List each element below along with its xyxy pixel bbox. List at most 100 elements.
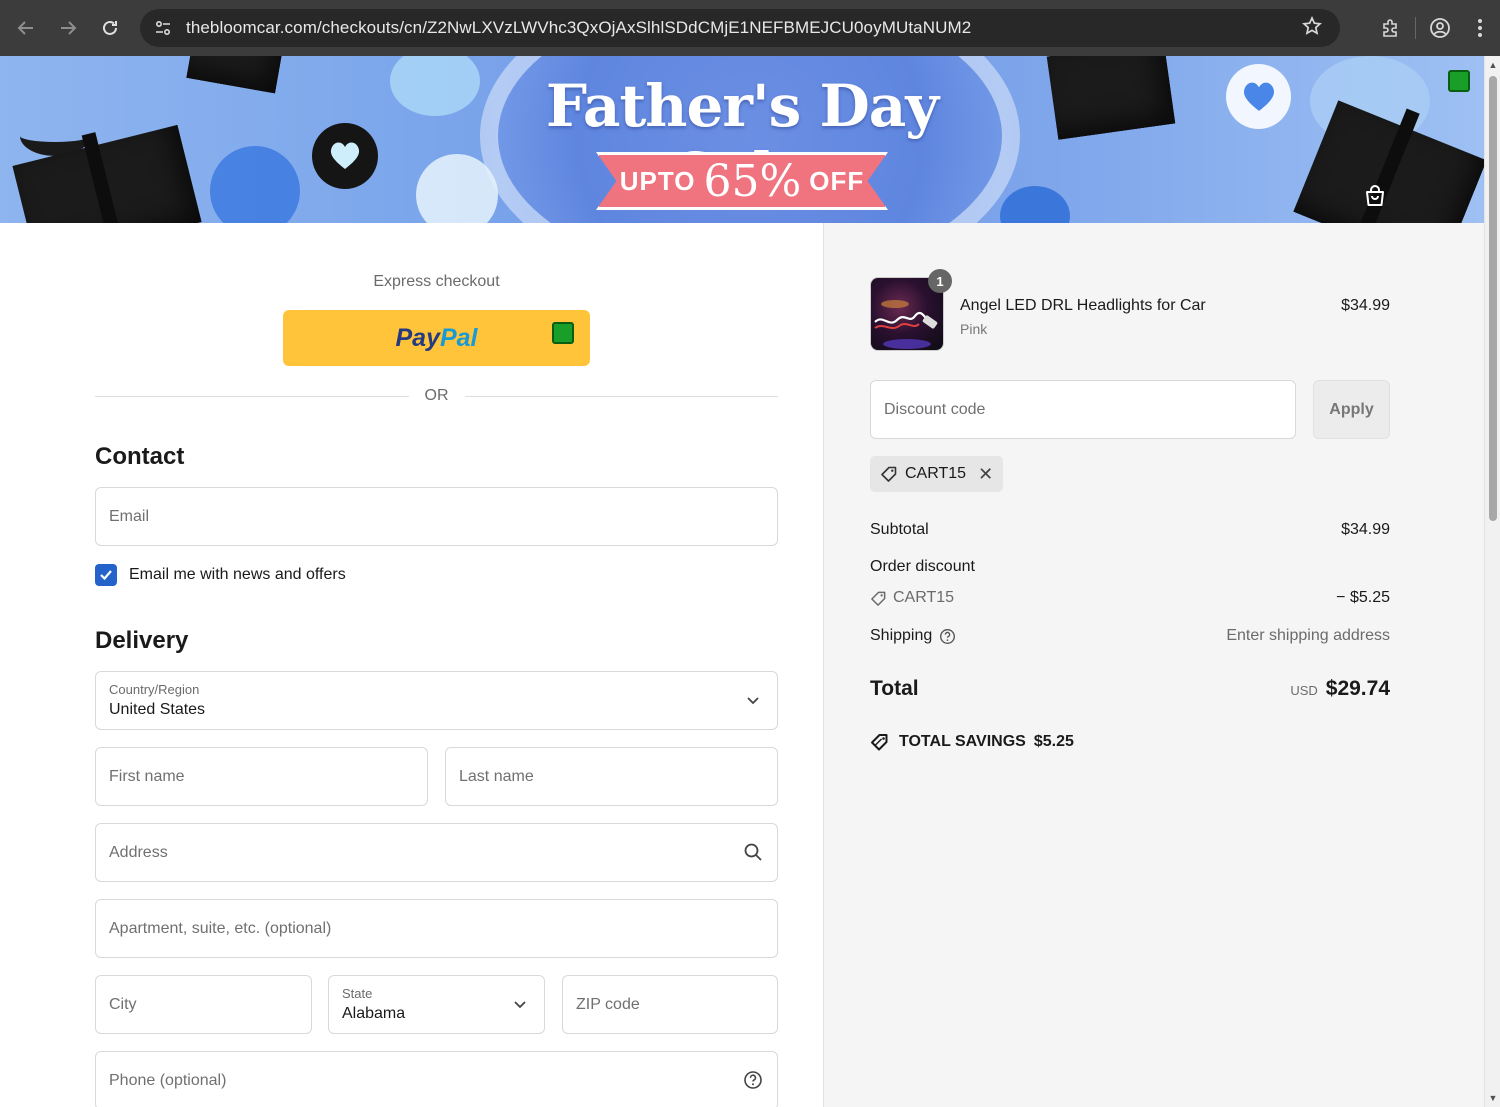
- savings-value: $5.25: [1033, 733, 1074, 750]
- tag-icon: [870, 590, 887, 607]
- heart-bubble-graphic: [1226, 64, 1291, 129]
- delivery-title: Delivery: [95, 627, 189, 654]
- address-field[interactable]: Address: [95, 823, 778, 882]
- shipping-label: Shipping: [870, 627, 933, 644]
- gift-box-graphic: [1046, 56, 1176, 140]
- email-field[interactable]: Email: [95, 487, 778, 546]
- back-icon[interactable]: [6, 8, 46, 48]
- product-name: Angel LED DRL Headlights for Car: [960, 297, 1206, 314]
- heart-bubble-graphic: [312, 123, 378, 189]
- city-placeholder: City: [109, 996, 137, 1013]
- applied-code-text: CART15: [905, 465, 967, 482]
- menu-icon[interactable]: [1460, 8, 1500, 48]
- savings-label: TOTAL SAVINGS: [899, 733, 1026, 750]
- cart-icon[interactable]: [1362, 183, 1388, 209]
- help-icon[interactable]: [743, 1070, 763, 1090]
- discount-code-row: CART15 − $5.25: [870, 589, 1390, 612]
- country-select[interactable]: Country/Region United States: [95, 671, 778, 730]
- heart-shape-graphic: [210, 146, 300, 223]
- discount-code-info: CART15: [870, 589, 954, 607]
- phone-placeholder: Phone (optional): [109, 1072, 227, 1089]
- extensions-icon[interactable]: [1371, 8, 1411, 48]
- shipping-label-group: Shipping: [870, 627, 956, 645]
- apartment-field[interactable]: Apartment, suite, etc. (optional): [95, 899, 778, 958]
- first-name-field[interactable]: First name: [95, 747, 428, 806]
- savings-tag-icon: [870, 732, 890, 752]
- forward-icon[interactable]: [48, 8, 88, 48]
- banner-percent-text: 65%: [703, 155, 802, 207]
- url-text[interactable]: thebloomcar.com/checkouts/cn/Z2NwLXVzLWV…: [186, 18, 971, 38]
- or-text: OR: [424, 387, 449, 404]
- banner-upto-text: UPTO: [619, 165, 696, 196]
- tag-icon: [880, 465, 898, 483]
- profile-icon[interactable]: [1420, 8, 1460, 48]
- or-divider: OR: [95, 387, 778, 405]
- divider-line: [95, 395, 409, 397]
- discount-placeholder: Discount code: [884, 401, 986, 418]
- site-info-icon[interactable]: [152, 17, 174, 39]
- subtotal-label: Subtotal: [870, 521, 929, 538]
- discount-code-field[interactable]: Discount code: [870, 380, 1296, 439]
- discount-code-text: CART15: [893, 589, 955, 606]
- city-field[interactable]: City: [95, 975, 312, 1034]
- country-label: Country/Region: [109, 682, 200, 697]
- apply-button[interactable]: Apply: [1313, 380, 1390, 439]
- express-checkout-label: Express checkout: [373, 273, 500, 290]
- email-placeholder: Email: [109, 508, 150, 525]
- chevron-down-icon: [510, 994, 530, 1014]
- checkout-form: Express checkout PayPal OR Contact Email…: [0, 223, 823, 1107]
- first-name-placeholder: First name: [109, 768, 185, 785]
- product-variant: Pink: [960, 321, 988, 337]
- quantity-badge: 1: [928, 269, 952, 293]
- state-select[interactable]: State Alabama: [328, 975, 545, 1034]
- order-discount-label: Order discount: [870, 558, 975, 575]
- remove-code-icon[interactable]: ✕: [978, 464, 993, 485]
- paypal-logo-pay: Pay: [395, 323, 440, 352]
- scroll-down-icon[interactable]: ▼: [1488, 1093, 1498, 1103]
- applied-code-chip: CART15 ✕: [870, 456, 1004, 492]
- reload-icon[interactable]: [90, 8, 130, 48]
- extension-badge-icon: [1448, 70, 1470, 92]
- scroll-up-icon[interactable]: ▲: [1488, 60, 1498, 70]
- toolbar-divider: [1415, 17, 1416, 39]
- state-value: Alabama: [342, 1005, 406, 1022]
- zip-placeholder: ZIP code: [576, 996, 640, 1013]
- discount-value: − $5.25: [1336, 589, 1390, 606]
- heart-shape-graphic: [390, 56, 480, 116]
- help-icon[interactable]: [939, 628, 956, 645]
- total-savings: TOTAL SAVINGS $5.25: [870, 732, 1074, 752]
- total-label: Total: [870, 677, 919, 700]
- newsletter-label[interactable]: Email me with news and offers: [129, 566, 346, 584]
- product-price: $34.99: [1341, 297, 1390, 314]
- heart-shape-graphic: [1000, 186, 1070, 223]
- newsletter-option[interactable]: Email me with news and offers: [95, 564, 346, 586]
- paypal-logo: PayPal: [395, 324, 477, 353]
- zip-field[interactable]: ZIP code: [562, 975, 778, 1034]
- banner-off-text: OFF: [809, 165, 865, 196]
- star-icon[interactable]: [1302, 15, 1322, 42]
- last-name-field[interactable]: Last name: [445, 747, 778, 806]
- contact-title: Contact: [95, 443, 185, 470]
- subtotal-row: Subtotal $34.99: [870, 521, 1390, 539]
- total-value: $29.74: [1325, 677, 1390, 700]
- phone-field[interactable]: Phone (optional): [95, 1051, 778, 1107]
- gift-box-graphic: [186, 56, 284, 94]
- search-icon[interactable]: [743, 842, 763, 862]
- paypal-button[interactable]: PayPal: [283, 310, 590, 366]
- browser-toolbar: thebloomcar.com/checkouts/cn/Z2NwLXVzLWV…: [0, 0, 1500, 56]
- scroll-thumb[interactable]: [1489, 76, 1497, 521]
- divider-line: [464, 395, 778, 397]
- shipping-row: Shipping Enter shipping address: [870, 627, 1390, 645]
- address-bar[interactable]: thebloomcar.com/checkouts/cn/Z2NwLXVzLWV…: [140, 9, 1340, 47]
- total-currency: USD: [1290, 683, 1318, 698]
- banner-discount-ribbon: UPTO 65% OFF: [596, 152, 888, 210]
- shipping-value: Enter shipping address: [1226, 627, 1390, 644]
- subtotal-value: $34.99: [1341, 521, 1390, 538]
- last-name-placeholder: Last name: [459, 768, 534, 785]
- paypal-logo-pal: Pal: [439, 323, 478, 352]
- newsletter-checkbox[interactable]: [95, 564, 117, 586]
- page-scrollbar[interactable]: ▲ ▼: [1484, 56, 1500, 1107]
- address-placeholder: Address: [109, 844, 168, 861]
- promo-banner[interactable]: Father's Day Sale UPTO 65% OFF: [0, 56, 1484, 223]
- state-label: State: [342, 986, 373, 1001]
